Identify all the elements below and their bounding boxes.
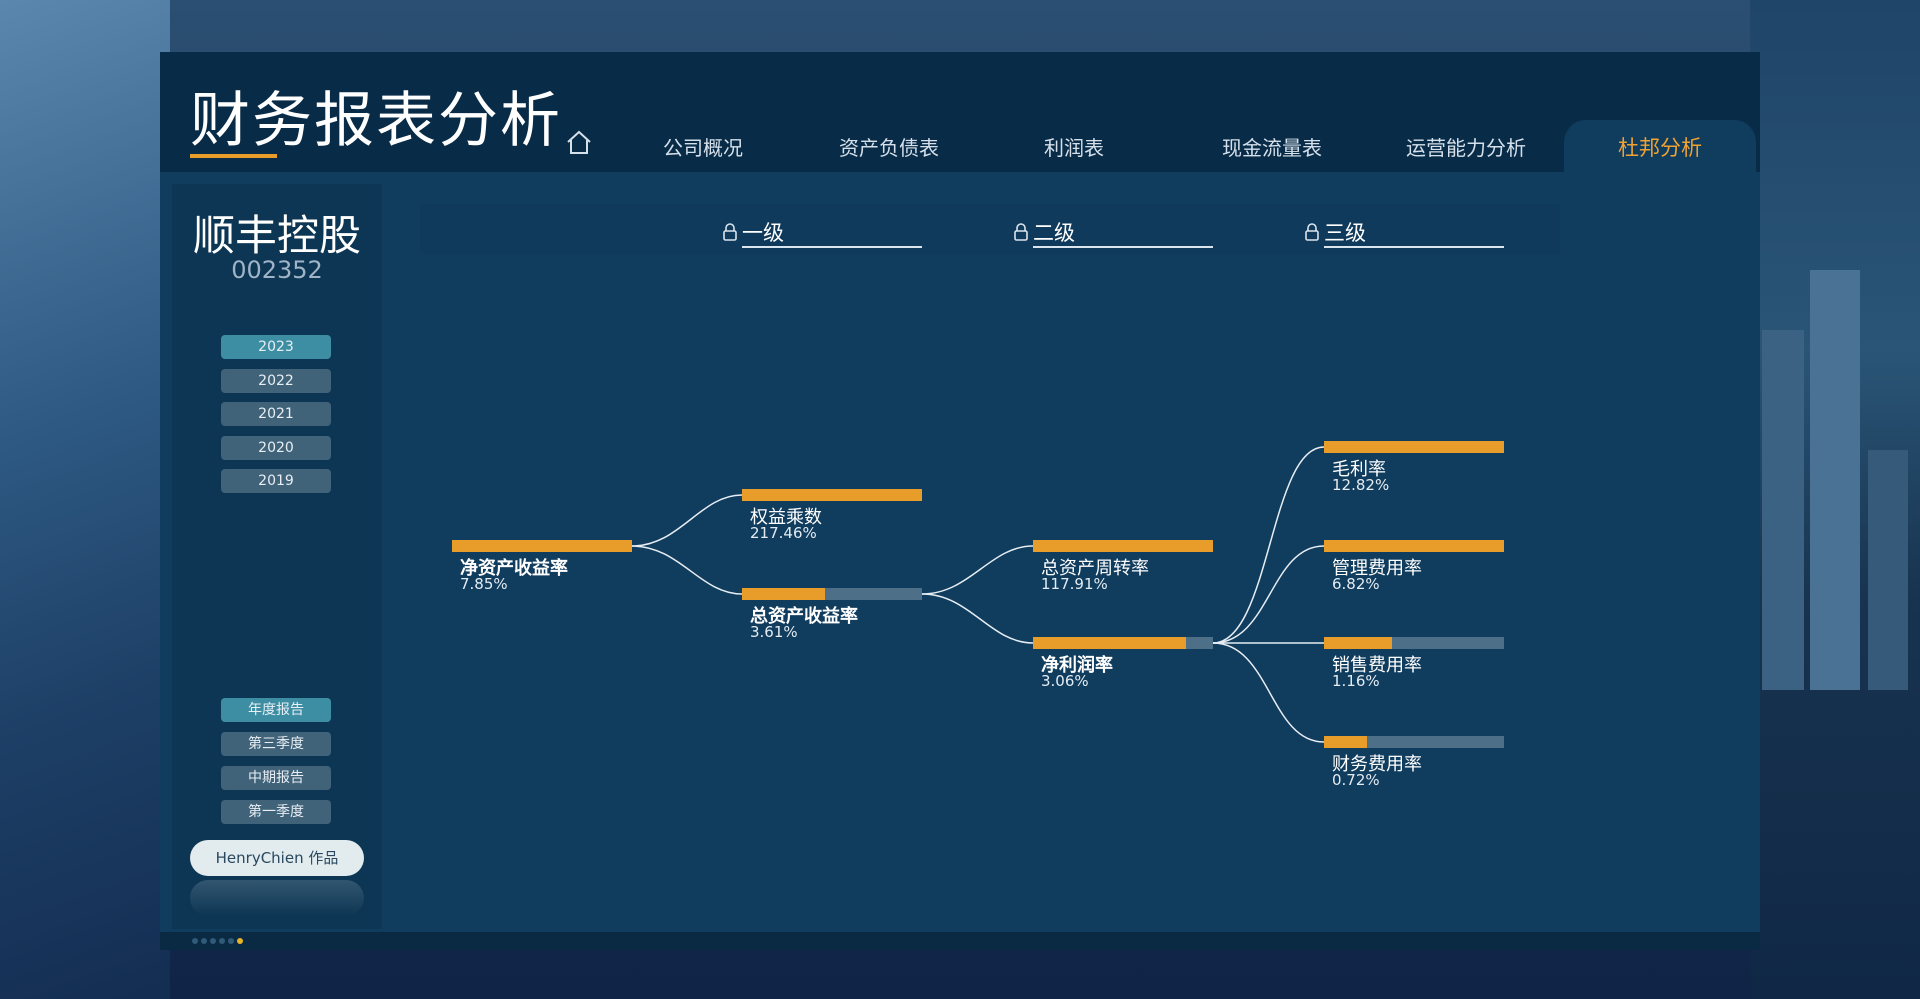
author-badge-reflection [190,880,364,916]
page-dot[interactable] [201,938,207,944]
node-equity-multiplier-fill [742,489,922,501]
node-gross-margin-fill [1324,441,1504,453]
level-2-tab[interactable]: 二级 [1013,215,1213,249]
link-net-margin-admin-expense [1212,545,1325,644]
node-selling-expense-rate-value: 1.16% [1332,672,1380,690]
year-button-2022[interactable]: 2022 [221,369,331,393]
year-button-2019[interactable]: 2019 [221,469,331,493]
background-right [1750,0,1920,999]
node-admin-expense-rate-fill [1324,540,1504,552]
level-1-tab[interactable]: 一级 [722,215,922,249]
page-dot[interactable] [192,938,198,944]
node-asset-turnover-value: 117.91% [1041,575,1108,593]
company-code: 002352 [231,256,323,284]
node-finance-expense-rate-fill [1324,736,1368,748]
page-dot[interactable] [210,938,216,944]
link-roa-net-margin [921,593,1034,644]
level-2-underline [1033,246,1213,248]
background-building [1762,330,1804,690]
year-button-2023[interactable]: 2023 [221,335,331,359]
year-button-2021[interactable]: 2021 [221,402,331,426]
page-title: 财务报表分析 [190,86,562,156]
lock-icon [1014,223,1028,241]
background-building [1868,450,1908,690]
year-button-2020[interactable]: 2020 [221,436,331,460]
node-equity-multiplier-value: 217.46% [750,524,817,542]
link-net-margin-finance-expense [1212,642,1325,743]
link-roe-roa [631,545,743,595]
sidebar: 顺丰控股 002352 2023 2022 2021 2020 2019 年度报… [172,184,382,929]
link-roe-equity-multiplier [631,494,743,547]
company-name: 顺丰控股 [192,211,361,260]
node-gross-margin-value: 12.82% [1332,476,1390,494]
report-button-interim[interactable]: 中期报告 [221,766,331,790]
link-net-margin-gross-margin [1212,446,1325,644]
level-3-label: 三级 [1324,221,1366,245]
background-building [1810,270,1860,690]
node-net-margin-value: 3.06% [1041,672,1089,690]
level-2-label: 二级 [1033,221,1075,245]
home-icon[interactable] [564,127,594,157]
report-button-q1[interactable]: 第一季度 [221,800,331,824]
lock-icon [1305,223,1319,241]
decomposition-links [631,446,1325,743]
title-underline [190,154,277,158]
background-left [0,0,170,999]
page-dot[interactable] [219,938,225,944]
node-roe-value: 7.85% [460,575,508,593]
node-roa-value: 3.61% [750,623,798,641]
tab-dupont-label: 杜邦分析 [1618,136,1702,160]
node-selling-expense-rate-fill [1324,637,1393,649]
main-panel: 财务报表分析 公司概况 资产负债表 利润表 现金流量表 运营能力分析 杜邦分析 … [160,52,1760,950]
node-admin-expense-rate-value: 6.82% [1332,575,1380,593]
report-button-q3[interactable]: 第三季度 [221,732,331,756]
tab-dupont[interactable]: 杜邦分析 [1564,120,1756,172]
tab-income-statement[interactable]: 利润表 [1014,132,1134,161]
author-badge: HenryChien 作品 [190,840,364,876]
report-button-annual[interactable]: 年度报告 [221,698,331,722]
footer-bar [160,932,1760,950]
node-asset-turnover-fill [1033,540,1213,552]
level-1-label: 一级 [742,221,784,245]
node-net-margin-fill [1033,637,1186,649]
lock-icon [723,223,737,241]
tab-balance-sheet[interactable]: 资产负债表 [819,132,959,161]
link-roa-asset-turnover [921,545,1034,595]
node-finance-expense-rate-value: 0.72% [1332,771,1380,789]
tab-company-overview[interactable]: 公司概况 [643,132,763,161]
node-roa-fill [742,588,825,600]
page-dot[interactable] [228,938,234,944]
tab-operating-capacity[interactable]: 运营能力分析 [1386,132,1546,161]
page-dot-active[interactable] [237,938,243,944]
level-1-underline [742,246,922,248]
header: 财务报表分析 公司概况 资产负债表 利润表 现金流量表 运营能力分析 杜邦分析 [160,52,1760,172]
level-3-underline [1324,246,1504,248]
tab-cash-flow[interactable]: 现金流量表 [1202,132,1342,161]
level-3-tab[interactable]: 三级 [1304,215,1504,249]
node-roe-fill [452,540,632,552]
